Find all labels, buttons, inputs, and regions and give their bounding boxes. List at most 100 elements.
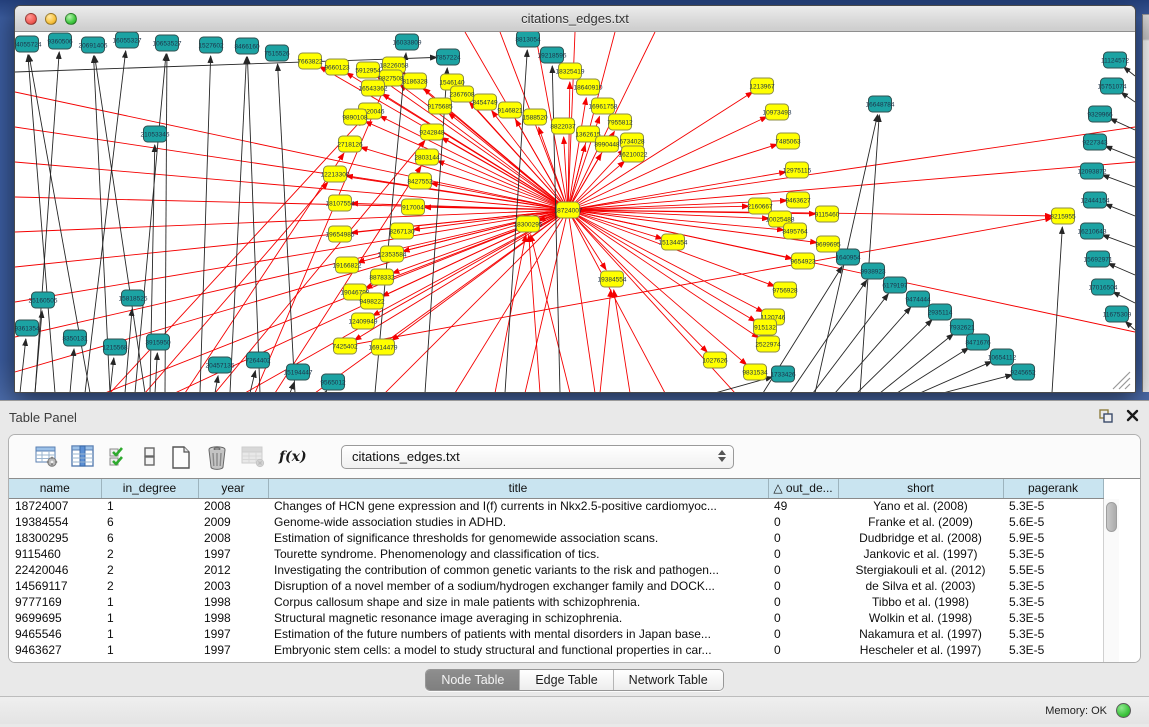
- graph-node[interactable]: 11675309: [1103, 306, 1132, 322]
- cell-pagerank[interactable]: 5.6E-5: [1003, 514, 1103, 530]
- delete-table-icon[interactable]: [239, 443, 266, 470]
- cell-name[interactable]: 18300295: [9, 530, 101, 546]
- graph-node[interactable]: 9175685: [427, 98, 453, 114]
- graph-node[interactable]: 18325419: [556, 63, 585, 79]
- graph-edge[interactable]: [568, 162, 1135, 210]
- graph-edge[interactable]: [230, 57, 246, 393]
- cell-year[interactable]: 2008: [198, 498, 268, 514]
- graph-node[interactable]: 18724007: [554, 202, 583, 218]
- table-scrollbar[interactable]: [1103, 499, 1119, 662]
- graph-node[interactable]: 8350131: [62, 330, 88, 346]
- graph-node[interactable]: 9242848: [419, 124, 445, 140]
- table-row[interactable]: 969969511998Structural magnetic resonanc…: [9, 610, 1103, 626]
- table-row[interactable]: 911546021997Tourette syndrome. Phenomeno…: [9, 546, 1103, 562]
- graph-node[interactable]: 18300295: [514, 216, 543, 232]
- graph-edge[interactable]: [568, 210, 756, 321]
- table-settings-icon[interactable]: [33, 443, 60, 470]
- column-header-year[interactable]: year: [198, 479, 268, 498]
- cell-in_degree[interactable]: 1: [101, 610, 198, 626]
- graph-node[interactable]: 16055327: [113, 32, 142, 48]
- cell-name[interactable]: 14569117: [9, 578, 101, 594]
- graph-edge[interactable]: [835, 307, 911, 393]
- graph-edge[interactable]: [15, 210, 568, 372]
- cell-name[interactable]: 9699695: [9, 610, 101, 626]
- graph-edge[interactable]: [1108, 263, 1135, 275]
- cell-name[interactable]: 9465546: [9, 626, 101, 642]
- graph-node[interactable]: 8427552: [407, 173, 433, 189]
- cell-short[interactable]: de Silva et al. (2003): [838, 578, 1003, 594]
- cell-out_degree[interactable]: 49: [768, 498, 838, 514]
- cell-out_degree[interactable]: 0: [768, 610, 838, 626]
- graph-node[interactable]: 9938923: [860, 263, 886, 279]
- graph-node[interactable]: 9463627: [785, 192, 811, 208]
- graph-node[interactable]: 9498222: [359, 293, 385, 309]
- cell-out_degree[interactable]: 0: [768, 514, 838, 530]
- merge-rows-icon[interactable]: [141, 443, 158, 470]
- cell-in_degree[interactable]: 2: [101, 546, 198, 562]
- graph-edge[interactable]: [1110, 119, 1135, 130]
- cell-in_degree[interactable]: 1: [101, 626, 198, 642]
- graph-edge[interactable]: [28, 55, 55, 393]
- column-header-out_degree[interactable]: △ out_de...: [768, 479, 838, 498]
- table-row[interactable]: 946362711997Embryonic stem cells: a mode…: [9, 642, 1103, 658]
- graph-edge[interactable]: [1121, 92, 1135, 102]
- cell-out_degree[interactable]: 0: [768, 642, 838, 658]
- graph-edge[interactable]: [1113, 292, 1135, 303]
- network-window-titlebar[interactable]: citations_edges.txt: [15, 6, 1135, 32]
- graph-edge[interactable]: [860, 115, 879, 393]
- graph-node[interactable]: 21053346: [141, 126, 170, 142]
- graph-edge[interactable]: [442, 137, 568, 210]
- cell-out_degree[interactable]: 0: [768, 594, 838, 610]
- cell-short[interactable]: Dudbridge et al. (2008): [838, 530, 1003, 546]
- graph-node[interactable]: 9245652: [1010, 364, 1036, 380]
- graph-node[interactable]: 7264402: [245, 352, 271, 368]
- column-header-pagerank[interactable]: pagerank: [1003, 479, 1103, 498]
- graph-node[interactable]: 9329966: [1087, 106, 1113, 122]
- graph-node[interactable]: 12353584: [378, 246, 407, 262]
- graph-node[interactable]: 19166822: [333, 257, 362, 273]
- cell-pagerank[interactable]: 5.3E-5: [1003, 642, 1103, 658]
- cell-in_degree[interactable]: 2: [101, 578, 198, 594]
- graph-node[interactable]: 8466160: [234, 38, 260, 54]
- graph-node[interactable]: 2367608: [449, 86, 475, 102]
- graph-node[interactable]: 15751074: [1098, 78, 1127, 94]
- graph-node[interactable]: 9565012: [320, 374, 346, 390]
- graph-edge[interactable]: [568, 144, 778, 210]
- cell-in_degree[interactable]: 2: [101, 562, 198, 578]
- table-scrollbar-thumb[interactable]: [1106, 502, 1117, 532]
- graph-node[interactable]: 2160667: [747, 198, 773, 214]
- graph-node[interactable]: 7955812: [607, 114, 633, 130]
- graph-node[interactable]: 9361354: [15, 320, 40, 336]
- import-table-icon[interactable]: [105, 443, 132, 470]
- cell-pagerank[interactable]: 5.3E-5: [1003, 610, 1103, 626]
- cell-out_degree[interactable]: 0: [768, 546, 838, 562]
- float-panel-icon[interactable]: [1098, 408, 1114, 423]
- graph-node[interactable]: 9115460: [815, 206, 840, 222]
- graph-node[interactable]: 19384554: [598, 271, 627, 287]
- table-row[interactable]: 1830029562008Estimation of significance …: [9, 530, 1103, 546]
- graph-edge[interactable]: [15, 197, 568, 210]
- graph-node[interactable]: 3915950: [145, 334, 171, 350]
- graph-node[interactable]: 8267130: [389, 223, 415, 239]
- graph-edge[interactable]: [790, 280, 867, 393]
- graph-node[interactable]: 7663822: [297, 53, 323, 69]
- column-header-short[interactable]: short: [838, 479, 1003, 498]
- tab-network-table[interactable]: Network Table: [613, 670, 723, 690]
- graph-node[interactable]: 15194447: [284, 364, 313, 380]
- cell-in_degree[interactable]: 1: [101, 498, 198, 514]
- tab-node-table[interactable]: Node Table: [426, 670, 519, 690]
- cell-pagerank[interactable]: 5.9E-5: [1003, 530, 1103, 546]
- cell-pagerank[interactable]: 5.3E-5: [1003, 546, 1103, 562]
- graph-node[interactable]: 18107554: [326, 195, 355, 211]
- cell-out_degree[interactable]: 0: [768, 530, 838, 546]
- column-header-in_degree[interactable]: in_degree: [101, 479, 198, 498]
- cell-pagerank[interactable]: 5.5E-5: [1003, 562, 1103, 578]
- cell-short[interactable]: Hescheler et al. (1997): [838, 642, 1003, 658]
- cell-pagerank[interactable]: 5.3E-5: [1003, 594, 1103, 610]
- cell-title[interactable]: Embryonic stem cells: a model to study s…: [268, 642, 768, 658]
- graph-edge[interactable]: [531, 235, 570, 393]
- cell-short[interactable]: Nakamura et al. (1997): [838, 626, 1003, 642]
- cell-short[interactable]: Jankovic et al. (1997): [838, 546, 1003, 562]
- graph-node[interactable]: 8822037: [550, 118, 576, 134]
- cell-pagerank[interactable]: 5.3E-5: [1003, 578, 1103, 594]
